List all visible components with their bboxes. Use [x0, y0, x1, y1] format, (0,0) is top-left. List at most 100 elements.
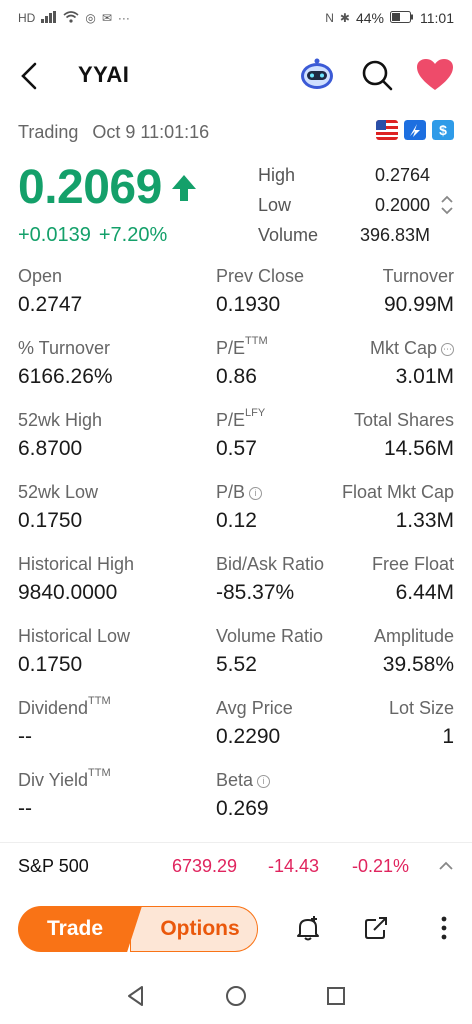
stat-label-text: Volume Ratio [216, 626, 324, 646]
chevron-up-icon[interactable] [438, 859, 454, 873]
stat-label: Free Float [372, 554, 454, 575]
last-price: 0.2069 [18, 160, 198, 215]
stat-label: Volume Ratio [216, 626, 323, 647]
options-button[interactable]: Options [130, 906, 258, 952]
stat-cell: Historical Low 0.1750 [18, 626, 130, 677]
svg-text:$: $ [439, 122, 447, 138]
stat-value: 1 [442, 725, 454, 748]
page-title: YYAI [78, 62, 130, 87]
up-arrow-icon [171, 174, 196, 201]
stat-cell: Div YieldTTM -- [18, 767, 111, 821]
nav-back-icon[interactable] [124, 984, 148, 1008]
stat-label: Avg Price [216, 698, 293, 719]
stat-label: Historical High [18, 554, 134, 575]
stat-label-text: P/E [216, 338, 246, 358]
trade-label: Trade [46, 917, 104, 940]
heart-icon [417, 59, 453, 90]
change-value: +0.0139 [18, 224, 91, 246]
stat-label-text: Turnover [382, 266, 454, 286]
stat-label: Historical Low [18, 626, 130, 647]
high-low-volume: High 0.2764 Low 0.2000 Volume 396.83M [258, 160, 430, 250]
stat-row: Historical High 9840.0000 Bid/Ask Ratio -85… [18, 550, 454, 622]
stat-value: 0.1750 [18, 653, 83, 676]
stat-row: Open 0.2747 Prev Close 0.1930 Turnover 90.99M [18, 262, 454, 334]
us-flag-icon[interactable] [376, 120, 398, 140]
high-label: High [258, 164, 296, 185]
stat-label-text: Total Shares [353, 410, 454, 430]
stat-label: P/ETTM [216, 335, 268, 359]
volume-label: Volume [258, 224, 319, 245]
stat-value: 3.01M [395, 365, 454, 388]
back-button[interactable] [14, 56, 46, 96]
stat-cell: DividendTTM -- [18, 695, 111, 749]
system-nav-bar [0, 972, 472, 1024]
search-button[interactable] [360, 58, 396, 94]
nav-recents-icon[interactable] [324, 984, 348, 1008]
stat-cell: P/B i 0.12 [216, 482, 263, 533]
stat-cell: Prev Close 0.1930 [216, 266, 304, 317]
stat-value: 5.52 [216, 653, 257, 676]
stat-value: 0.269 [216, 797, 269, 820]
stat-value: 0.2747 [18, 293, 83, 316]
status-left: HD ◎ ✉ ··· [18, 10, 130, 26]
stat-label-text: % Turnover [18, 338, 111, 358]
stat-row: Div YieldTTM -- Beta i 0.269 [18, 766, 454, 838]
stat-value: -- [18, 797, 32, 820]
stat-label: Prev Close [216, 266, 304, 287]
high-row: High 0.2764 [258, 160, 430, 190]
stat-label-superscript: LFY [245, 407, 266, 419]
stat-label-superscript: TTM [88, 695, 111, 707]
stats-grid: Open 0.2747 Prev Close 0.1930 Turnover 90.99M… [18, 262, 454, 838]
dollar-icon[interactable]: $ [432, 120, 454, 140]
stat-label-text: Open [18, 266, 63, 286]
stat-value: 0.1930 [216, 293, 281, 316]
notification-icon: ◎ [85, 11, 96, 25]
expand-toggle-icon[interactable] [438, 190, 456, 220]
stat-row: % Turnover 6166.26% P/ETTM 0.86 Mkt Cap ⋯ 3.01… [18, 334, 454, 406]
stat-value: 9840.0000 [18, 581, 118, 604]
stat-label: Total Shares [354, 410, 454, 431]
wifi-icon [63, 10, 79, 26]
stat-label-text: 52wk High [18, 410, 103, 430]
low-label: Low [258, 194, 292, 215]
more-options-icon[interactable] [430, 914, 458, 942]
watchlist-button[interactable] [416, 58, 454, 94]
price-value: 0.2069 [18, 161, 162, 214]
info-icon[interactable]: i [249, 487, 263, 500]
stat-label-superscript: TTM [245, 335, 268, 347]
index-ticker-bar[interactable]: S&P 500 6739.29 -14.43 -0.21% [0, 842, 472, 890]
nfc-icon: N [325, 11, 334, 25]
stat-label: Amplitude [374, 626, 454, 647]
stat-label: 52wk High [18, 410, 102, 431]
stat-value: 0.86 [216, 365, 257, 388]
stat-row: 52wk Low 0.1750 P/B i 0.12 Float Mkt Cap 1.33M [18, 478, 454, 550]
price-alert-icon[interactable] [294, 914, 322, 942]
level-icon[interactable] [404, 120, 426, 140]
stat-value: 0.2290 [216, 725, 281, 748]
trade-button[interactable]: Trade [18, 906, 142, 952]
nav-home-icon[interactable] [224, 984, 248, 1008]
stat-cell: Float Mkt Cap 1.33M [342, 482, 454, 533]
stat-label: P/B i [216, 482, 263, 503]
stat-label-text: 52wk Low [18, 482, 99, 502]
quote-timestamp: Oct 9 11:01:16 [92, 121, 210, 142]
stat-label-text: Beta [216, 770, 254, 790]
status-right: N ✱ 44% 11:01 [325, 10, 454, 26]
stat-cell: Amplitude 39.58% [374, 626, 454, 677]
trading-status-row: Trading Oct 9 11:01:16 $ [18, 118, 454, 146]
stat-row: 52wk High 6.8700 P/ELFY 0.57 Total Shares 14.… [18, 406, 454, 478]
stat-label-text: Avg Price [216, 698, 293, 718]
assistant-robot-icon[interactable] [298, 56, 336, 94]
stat-cell: Volume Ratio 5.52 [216, 626, 323, 677]
share-icon[interactable] [362, 914, 390, 942]
more-info-icon[interactable]: ⋯ [441, 343, 454, 356]
info-icon[interactable]: i [257, 775, 271, 788]
back-icon [21, 62, 37, 90]
stat-cell: Lot Size 1 [389, 698, 454, 749]
stat-label: Turnover [383, 266, 454, 287]
stat-label: P/ELFY [216, 407, 266, 431]
stat-label-text: Mkt Cap [369, 338, 437, 358]
stat-cell: Avg Price 0.2290 [216, 698, 293, 749]
stat-value: 6166.26% [18, 365, 113, 388]
stat-label-text: Lot Size [388, 698, 454, 718]
